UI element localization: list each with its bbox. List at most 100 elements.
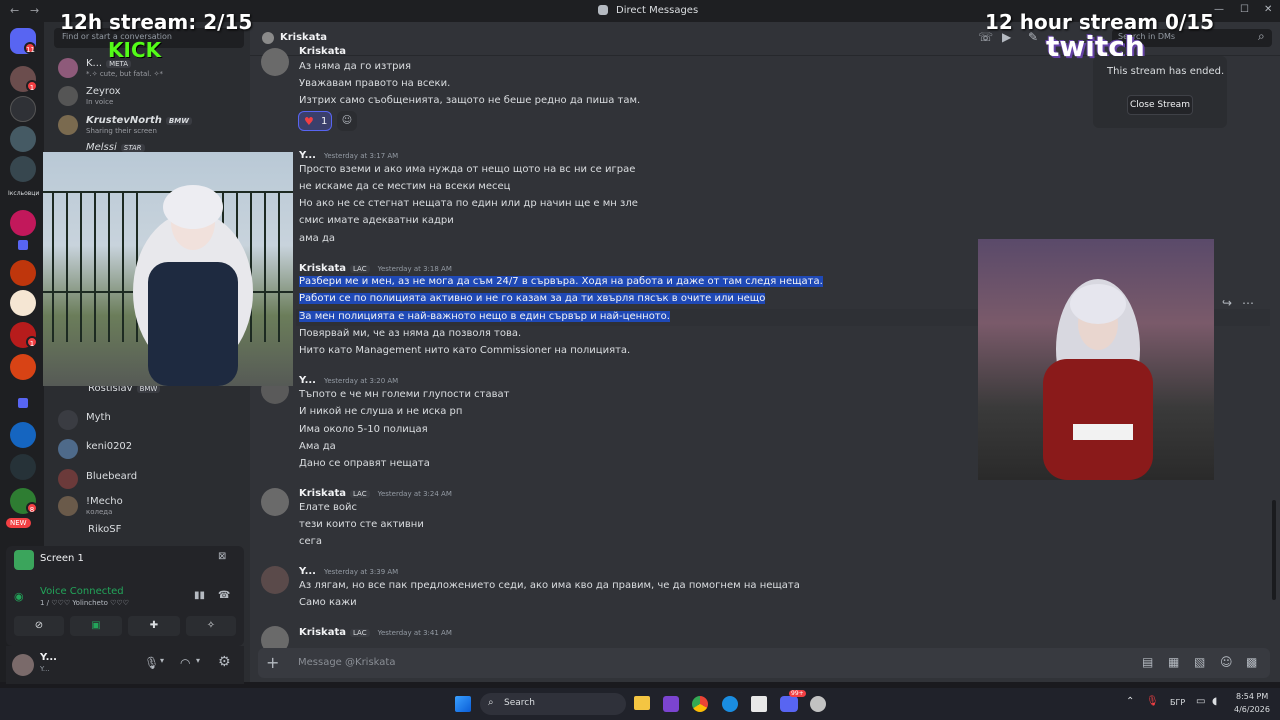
message-line: Тъпото е че мн големи глупости стават (299, 389, 510, 400)
close-preview-icon[interactable]: ⊠ (218, 551, 226, 562)
app-icon[interactable] (751, 696, 767, 712)
avatar (261, 488, 289, 516)
message-line: Разбери ме и мен, аз не мога да съм 24/7… (299, 276, 823, 287)
attach-plus-icon[interactable]: + (266, 653, 279, 672)
emoji-icon[interactable]: ☺ (1220, 655, 1233, 669)
message-line: Но ако не се стегнат нещата по един или … (299, 198, 638, 209)
left-stream-counter: 12h stream: 2/15 (60, 10, 253, 34)
signal-icon: ◉ (14, 590, 24, 603)
back-arrow-icon[interactable]: ← (10, 4, 19, 17)
kick-logo: KICK (108, 38, 162, 62)
avatar[interactable] (12, 654, 34, 676)
tray-chevron-icon[interactable]: ⌃ (1126, 696, 1134, 707)
message-input[interactable]: Message @Kriskata (298, 657, 395, 668)
chat-scrollbar[interactable] (1272, 500, 1276, 600)
forward-icon[interactable]: ↪ (1222, 296, 1232, 310)
dm-item[interactable]: KrustevNorth BMW Sharing their screen (58, 113, 248, 139)
headphones-icon[interactable]: ◠ (180, 656, 190, 670)
dm-name: !Mecho (86, 496, 123, 507)
message-line: Само кажи (299, 597, 357, 608)
disconnect-icon[interactable]: ☎ (218, 590, 230, 601)
server-icon[interactable] (10, 156, 36, 182)
gif-icon[interactable]: ▦ (1168, 655, 1179, 669)
user-panel: Y... Y... 🎙 ▾ ◠ ▾ ⚙ (6, 646, 244, 684)
message-line: Дано се оправят нещата (299, 458, 430, 469)
dm-item[interactable]: Melssi STAR (58, 140, 248, 152)
server-icon[interactable] (10, 354, 36, 380)
message-timestamp: Yesterday at 3:17 AM (323, 152, 399, 160)
dm-item[interactable]: Myth (58, 408, 248, 434)
message-author: Kriskata (299, 627, 346, 638)
message-author: Y... (299, 375, 316, 386)
screen-share-button[interactable]: ▣ (70, 616, 122, 636)
volume-icon[interactable]: ◖ (1212, 696, 1217, 707)
app-icon[interactable] (663, 696, 679, 712)
server-icon[interactable] (10, 290, 36, 316)
message-line: Работи се по полицията активно и не го к… (299, 293, 766, 304)
close-stream-button[interactable]: Close Stream (1127, 95, 1193, 115)
taskbar-search[interactable]: ⌕ Search (480, 693, 626, 715)
taskbar-date[interactable]: 4/6/2026 (1234, 705, 1270, 714)
maximize-button[interactable]: ☐ (1240, 4, 1249, 15)
unread-badge: 1 (26, 80, 38, 92)
dm-item[interactable]: Bluebeard (58, 467, 248, 493)
chevron-down-icon[interactable]: ▾ (196, 656, 200, 665)
chrome-icon[interactable] (692, 696, 708, 712)
soundboard-button[interactable]: ✧ (186, 616, 236, 636)
message-line: Просто вземи и ако има нужда от нещо щот… (299, 164, 636, 175)
stream-ended-panel: This stream has ended. Close Stream (1093, 56, 1227, 128)
folder-icon[interactable] (18, 240, 28, 250)
message-timestamp: Yesterday at 3:20 AM (323, 377, 399, 385)
dm-item[interactable]: RikoSF (58, 522, 248, 536)
more-options-icon[interactable]: ⋯ (1242, 296, 1254, 310)
chevron-down-icon[interactable]: ▾ (160, 656, 164, 665)
message-line: За мен полицията е най-важното нещо в ед… (299, 311, 670, 322)
dm-item[interactable]: !Mecho коледа (58, 494, 248, 520)
language-indicator[interactable]: БГР (1170, 698, 1185, 707)
dm-tag: STAR (120, 144, 145, 152)
close-button[interactable]: ✕ (1264, 4, 1272, 15)
message-line-text: За мен полицията е най-важното нещо в ед… (299, 311, 670, 322)
sticker-icon[interactable]: ▧ (1194, 655, 1205, 669)
add-reaction-icon[interactable]: ☺ (337, 111, 357, 131)
avatar (261, 48, 289, 76)
network-icon[interactable]: ▭ (1196, 696, 1205, 707)
camera-off-button[interactable]: ⊘ (14, 616, 64, 636)
taskbar-time[interactable]: 8:54 PM (1236, 692, 1268, 701)
webcam-left (43, 152, 293, 386)
server-icon[interactable] (10, 210, 36, 236)
edge-icon[interactable] (722, 696, 738, 712)
app-icon[interactable] (810, 696, 826, 712)
avatar (58, 439, 78, 459)
microphone-tray-icon[interactable]: 🎙 (1146, 696, 1159, 707)
avatar (58, 410, 78, 430)
message-line: Изтрих само съобщенията, защото не беше … (299, 95, 641, 106)
gift-icon[interactable]: ▤ (1142, 655, 1153, 669)
message-line: ама да (299, 233, 336, 244)
dm-item[interactable]: Zeyrox In voice (58, 84, 248, 110)
settings-gear-icon[interactable]: ⚙ (218, 654, 231, 670)
noise-suppression-icon[interactable]: ▮▮ (194, 590, 205, 601)
screen-share-icon (14, 550, 34, 570)
microphone-icon[interactable]: 🎙 (144, 656, 159, 670)
apps-icon[interactable]: ▩ (1246, 655, 1257, 669)
unread-badge: 1 (26, 336, 38, 348)
folder-icon[interactable] (18, 398, 28, 408)
file-explorer-icon[interactable] (634, 696, 650, 710)
windows-start-icon[interactable] (455, 696, 471, 712)
server-icon[interactable] (10, 454, 36, 480)
server-icon[interactable] (10, 96, 36, 122)
activities-button[interactable]: ✚ (128, 616, 180, 636)
reaction-heart[interactable]: ♥ 1 (298, 111, 332, 131)
dm-name: keni0202 (86, 441, 133, 452)
server-icon[interactable] (10, 126, 36, 152)
dm-status: Sharing their screen (86, 127, 157, 135)
server-icon[interactable] (10, 422, 36, 448)
discord-taskbar-icon[interactable] (780, 696, 798, 712)
server-icon[interactable] (10, 260, 36, 286)
dm-item[interactable]: keni0202 (58, 437, 248, 463)
forward-arrow-icon[interactable]: → (30, 4, 39, 17)
minimize-button[interactable]: — (1214, 4, 1224, 15)
message-author: Y... (299, 150, 316, 161)
voice-status: Voice Connected (40, 586, 124, 597)
